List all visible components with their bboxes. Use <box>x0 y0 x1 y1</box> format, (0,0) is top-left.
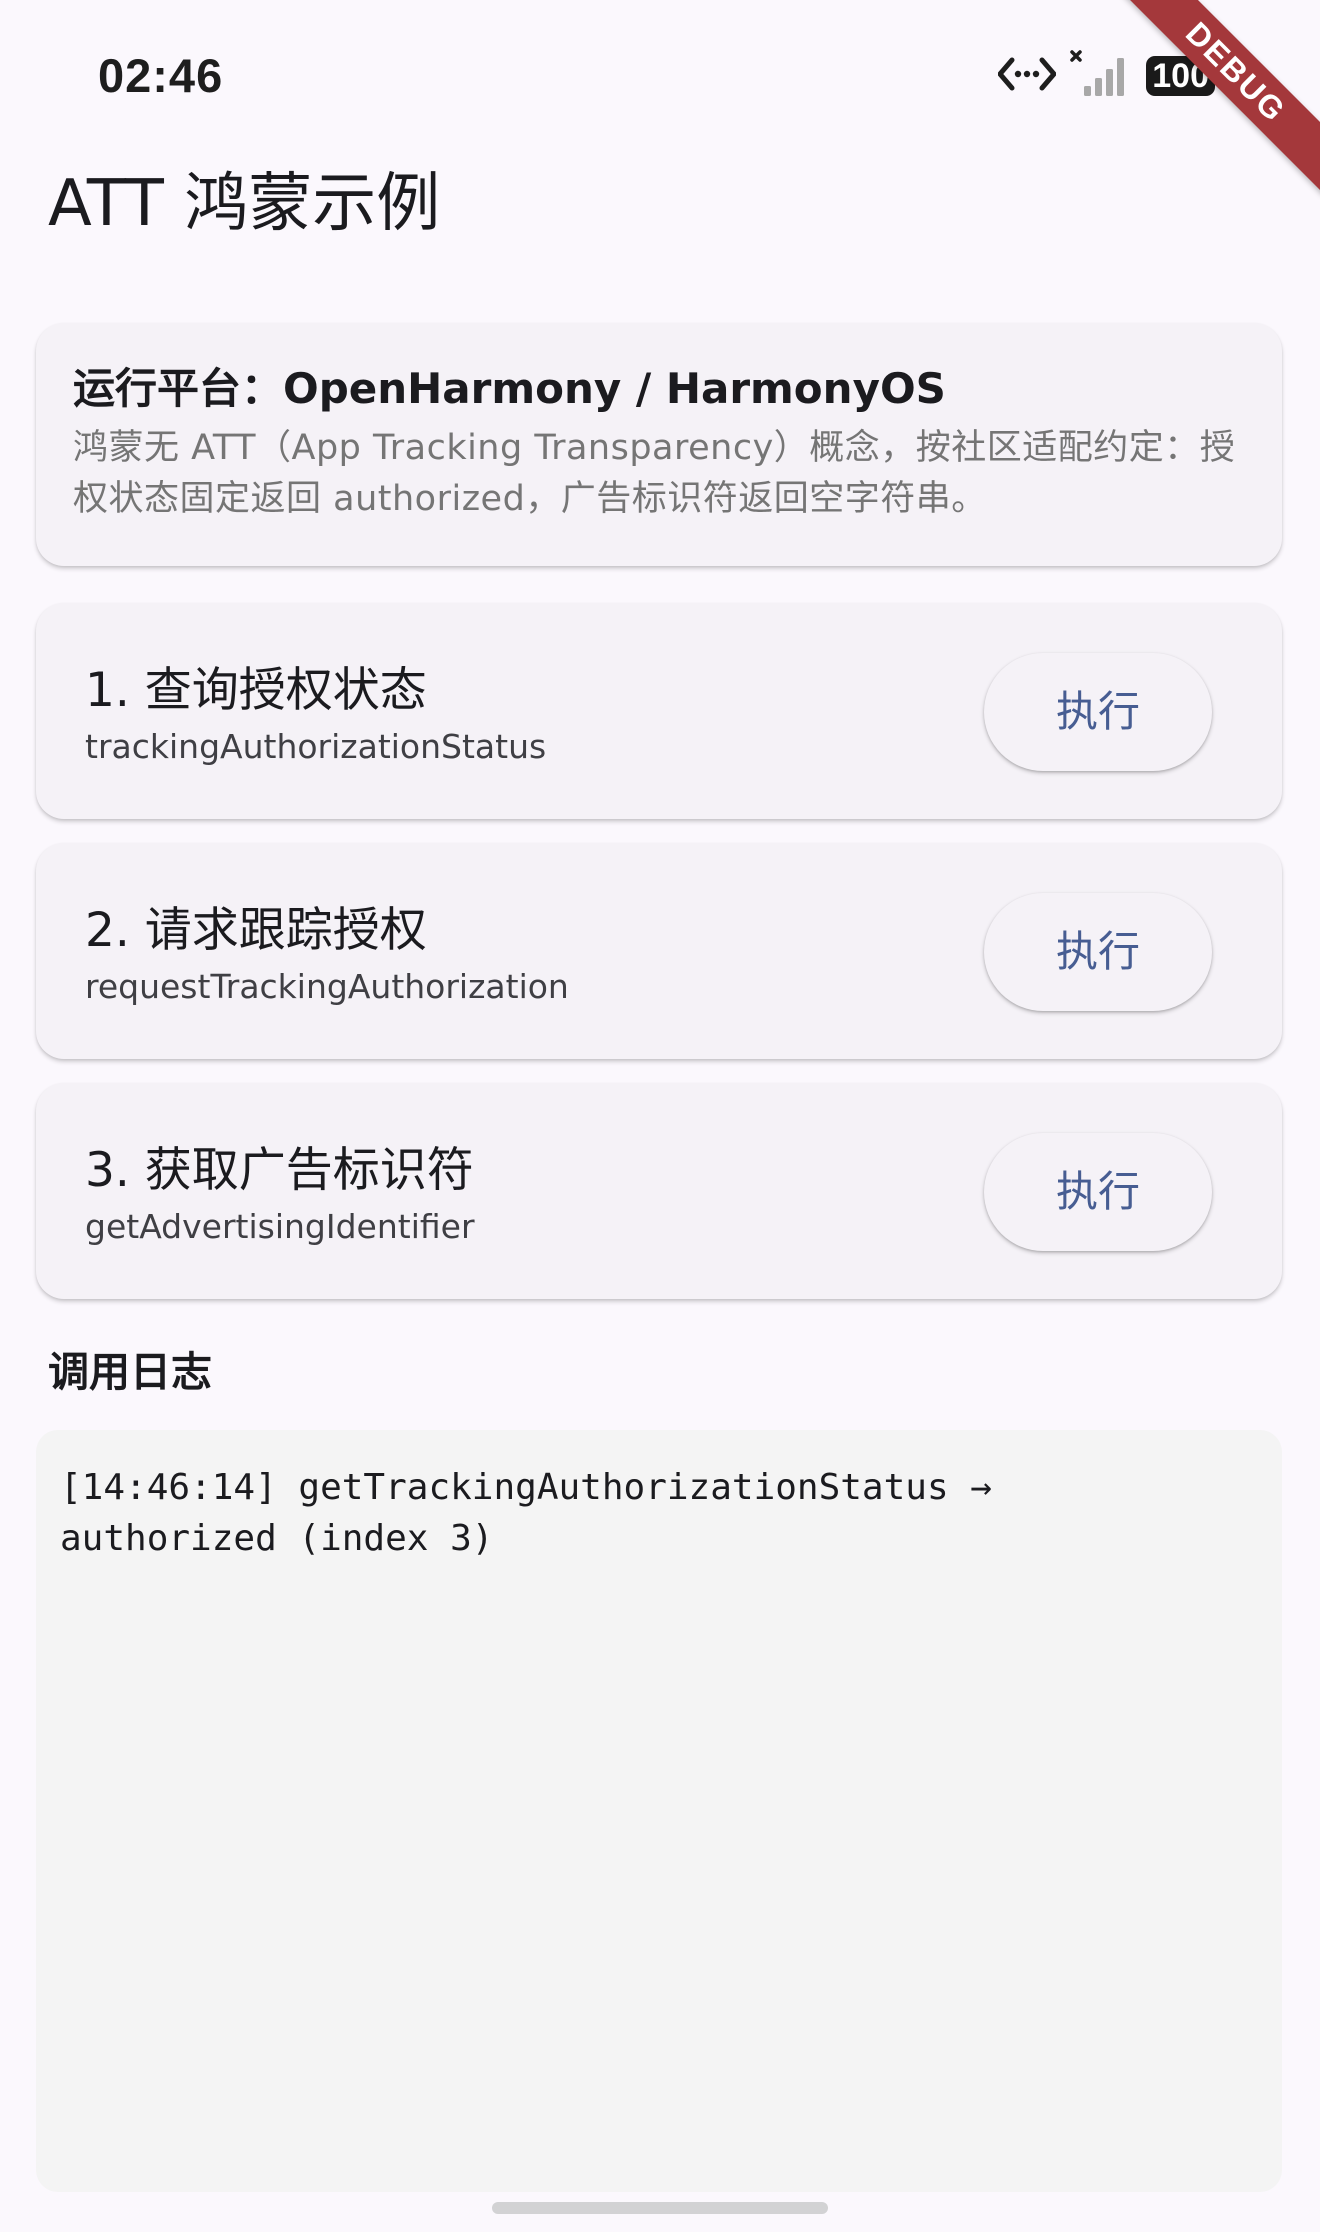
action-method-name: getAdvertisingIdentifier <box>85 1207 475 1246</box>
platform-title: 运行平台：OpenHarmony / HarmonyOS <box>73 364 946 413</box>
action-method-name: requestTrackingAuthorization <box>85 967 569 1006</box>
execute-button-query-status[interactable]: 执行 <box>984 653 1212 771</box>
debug-banner-label: DEBUG <box>1112 0 1320 196</box>
action-card-query-status: 1. 查询授权状态 trackingAuthorizationStatus 执行 <box>36 603 1282 819</box>
log-panel[interactable]: [14:46:14] getTrackingAuthorizationStatu… <box>36 1430 1282 2192</box>
action-card-request-tracking: 2. 请求跟踪授权 requestTrackingAuthorization 执… <box>36 843 1282 1059</box>
log-heading: 调用日志 <box>48 1348 212 1396</box>
debug-banner: DEBUG <box>1100 0 1320 220</box>
action-title: 3. 获取广告标识符 <box>85 1143 474 1198</box>
page-title: ATT 鸿蒙示例 <box>48 167 441 241</box>
platform-description: 鸿蒙无 ATT（App Tracking Transparency）概念，按社区… <box>73 428 1236 519</box>
action-method-name: trackingAuthorizationStatus <box>85 727 547 766</box>
action-title: 2. 请求跟踪授权 <box>85 903 427 958</box>
platform-info-card: 运行平台：OpenHarmony / HarmonyOS 鸿蒙无 ATT（App… <box>36 323 1282 566</box>
execute-button-advertising-id[interactable]: 执行 <box>984 1133 1212 1251</box>
log-entry: [14:46:14] getTrackingAuthorizationStatu… <box>60 1467 1014 1559</box>
action-title: 1. 查询授权状态 <box>85 663 427 718</box>
home-indicator[interactable] <box>492 2202 828 2214</box>
action-card-advertising-id: 3. 获取广告标识符 getAdvertisingIdentifier 执行 <box>36 1083 1282 1299</box>
data-transfer-icon <box>997 54 1057 98</box>
status-time: 02:46 <box>98 49 224 102</box>
execute-button-request-tracking[interactable]: 执行 <box>984 893 1212 1011</box>
